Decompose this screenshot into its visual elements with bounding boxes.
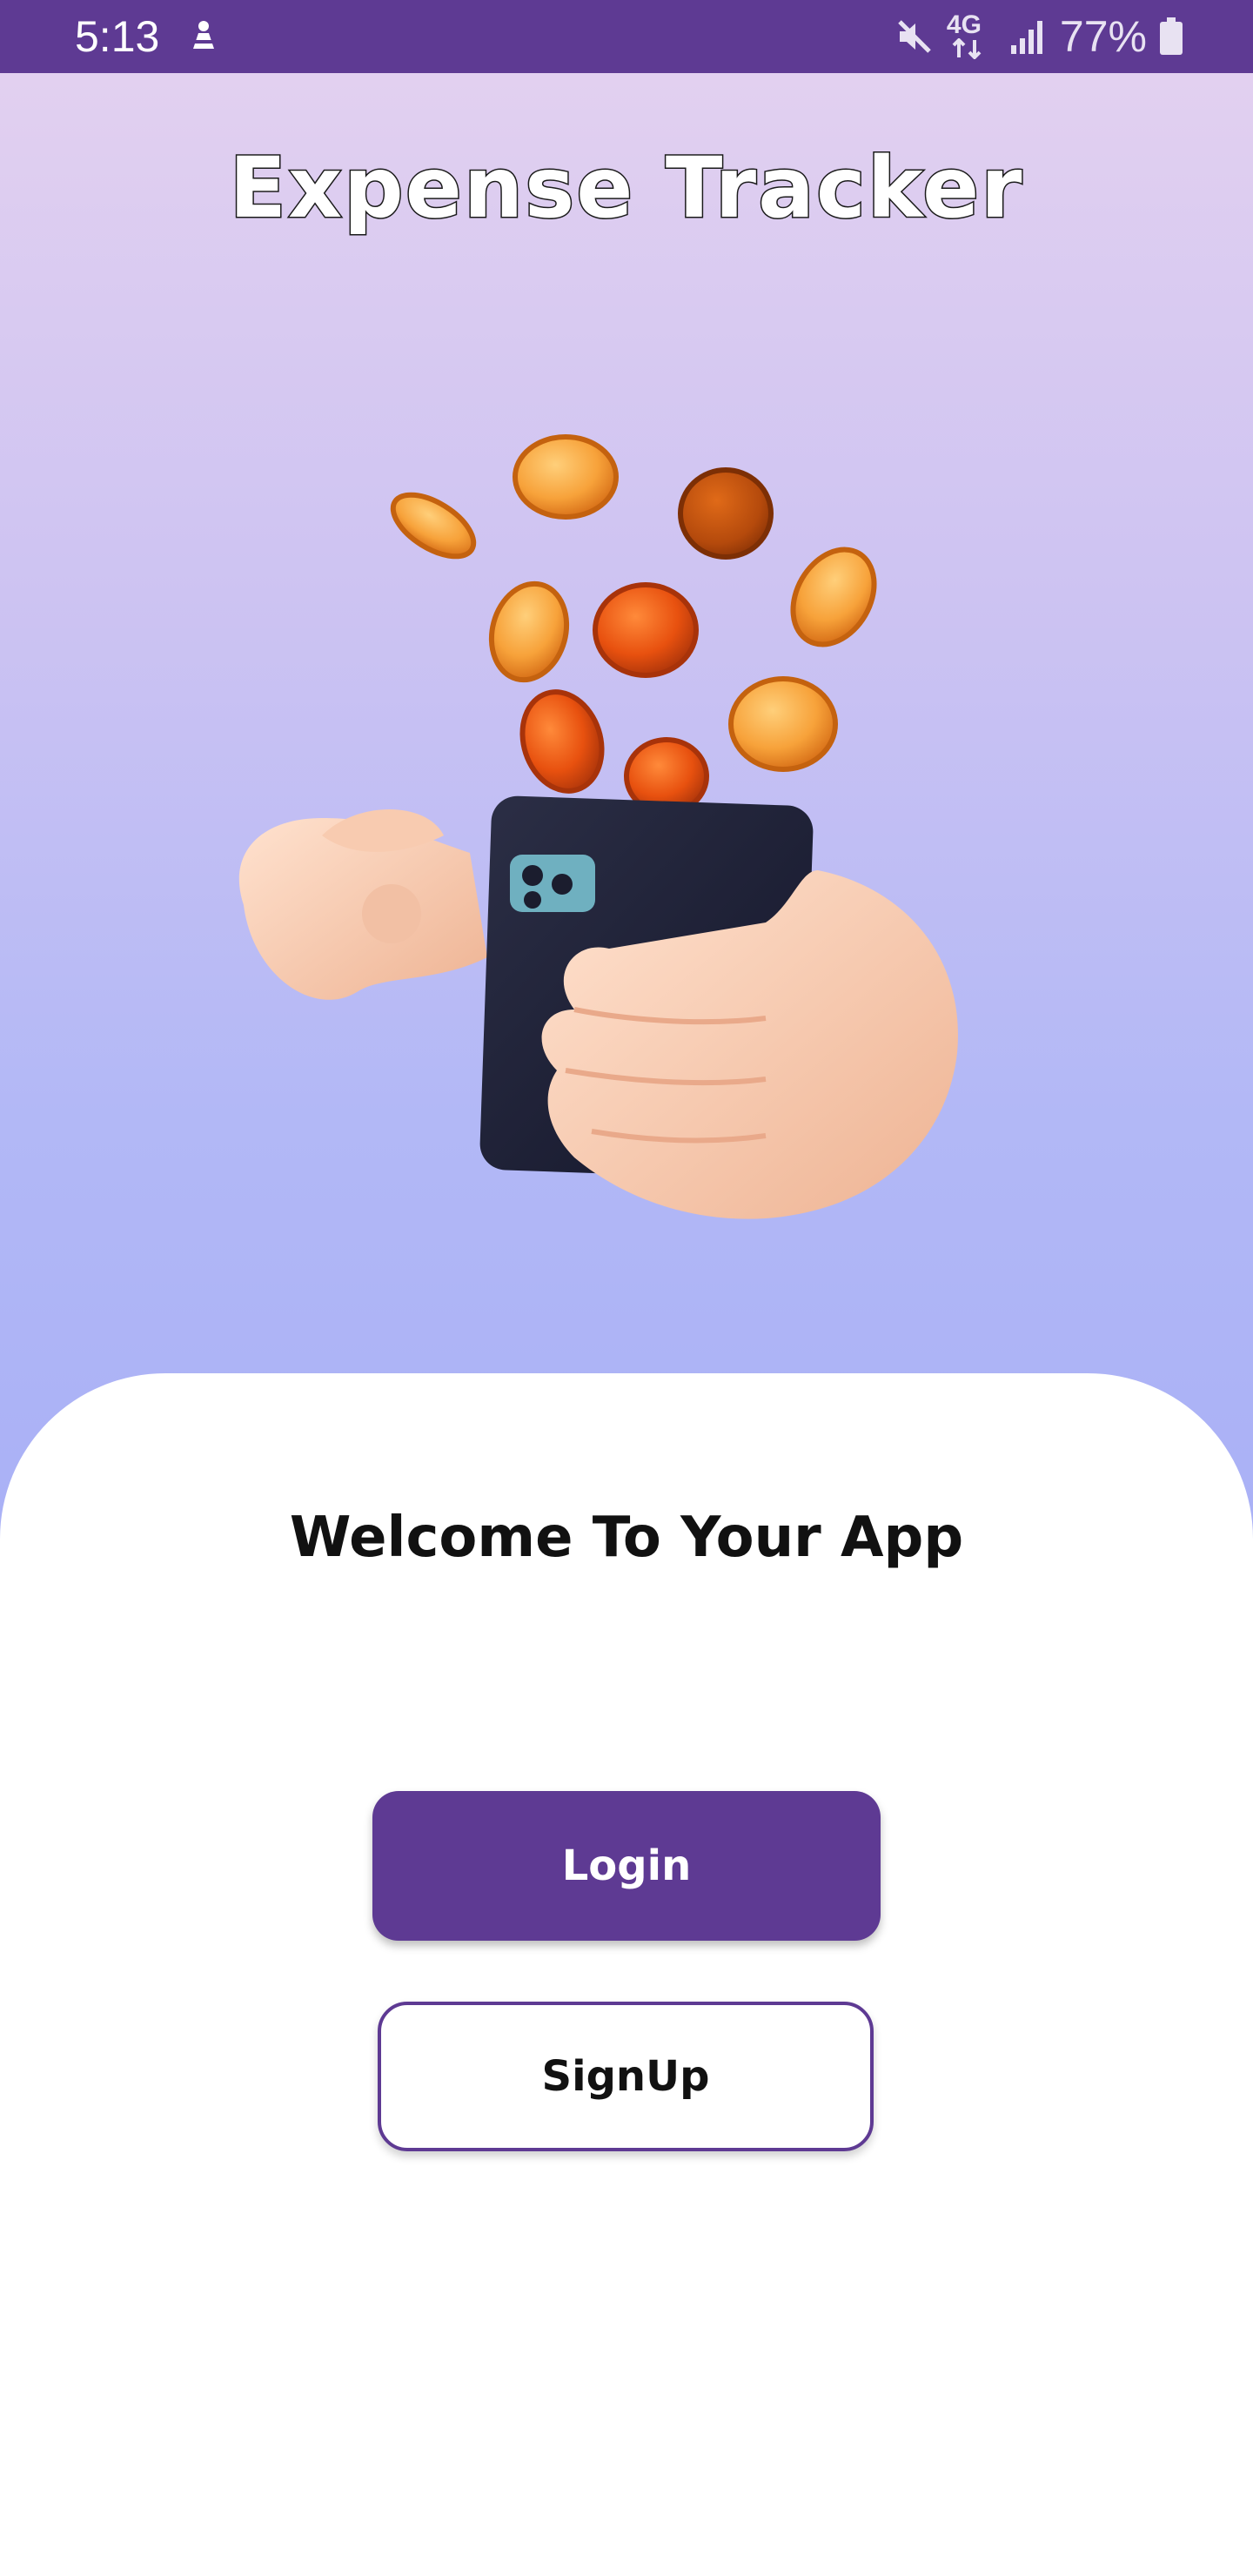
- status-bar: 5:13 4G 77%: [0, 0, 1253, 73]
- app-notification-icon: [191, 21, 216, 49]
- network-4g-icon: 4G: [947, 12, 997, 61]
- mute-icon: [898, 20, 931, 53]
- status-icons: 4G 77%: [895, 12, 1183, 61]
- welcome-heading: Welcome To Your App: [289, 1506, 964, 1570]
- hand-phone-coins-illustration: [238, 434, 958, 1219]
- battery-percentage: 77%: [1059, 12, 1147, 61]
- left-hand: [238, 809, 487, 1000]
- signal-icon: [1010, 21, 1042, 54]
- network-type-label: 4G: [946, 10, 982, 39]
- app-title: Expense Tracker: [228, 138, 1024, 238]
- coins: [390, 434, 877, 815]
- battery-icon: [1160, 17, 1183, 55]
- status-time: 5:13: [75, 12, 160, 61]
- login-button[interactable]: Login: [372, 1791, 881, 1941]
- signup-button[interactable]: SignUp: [378, 2002, 874, 2151]
